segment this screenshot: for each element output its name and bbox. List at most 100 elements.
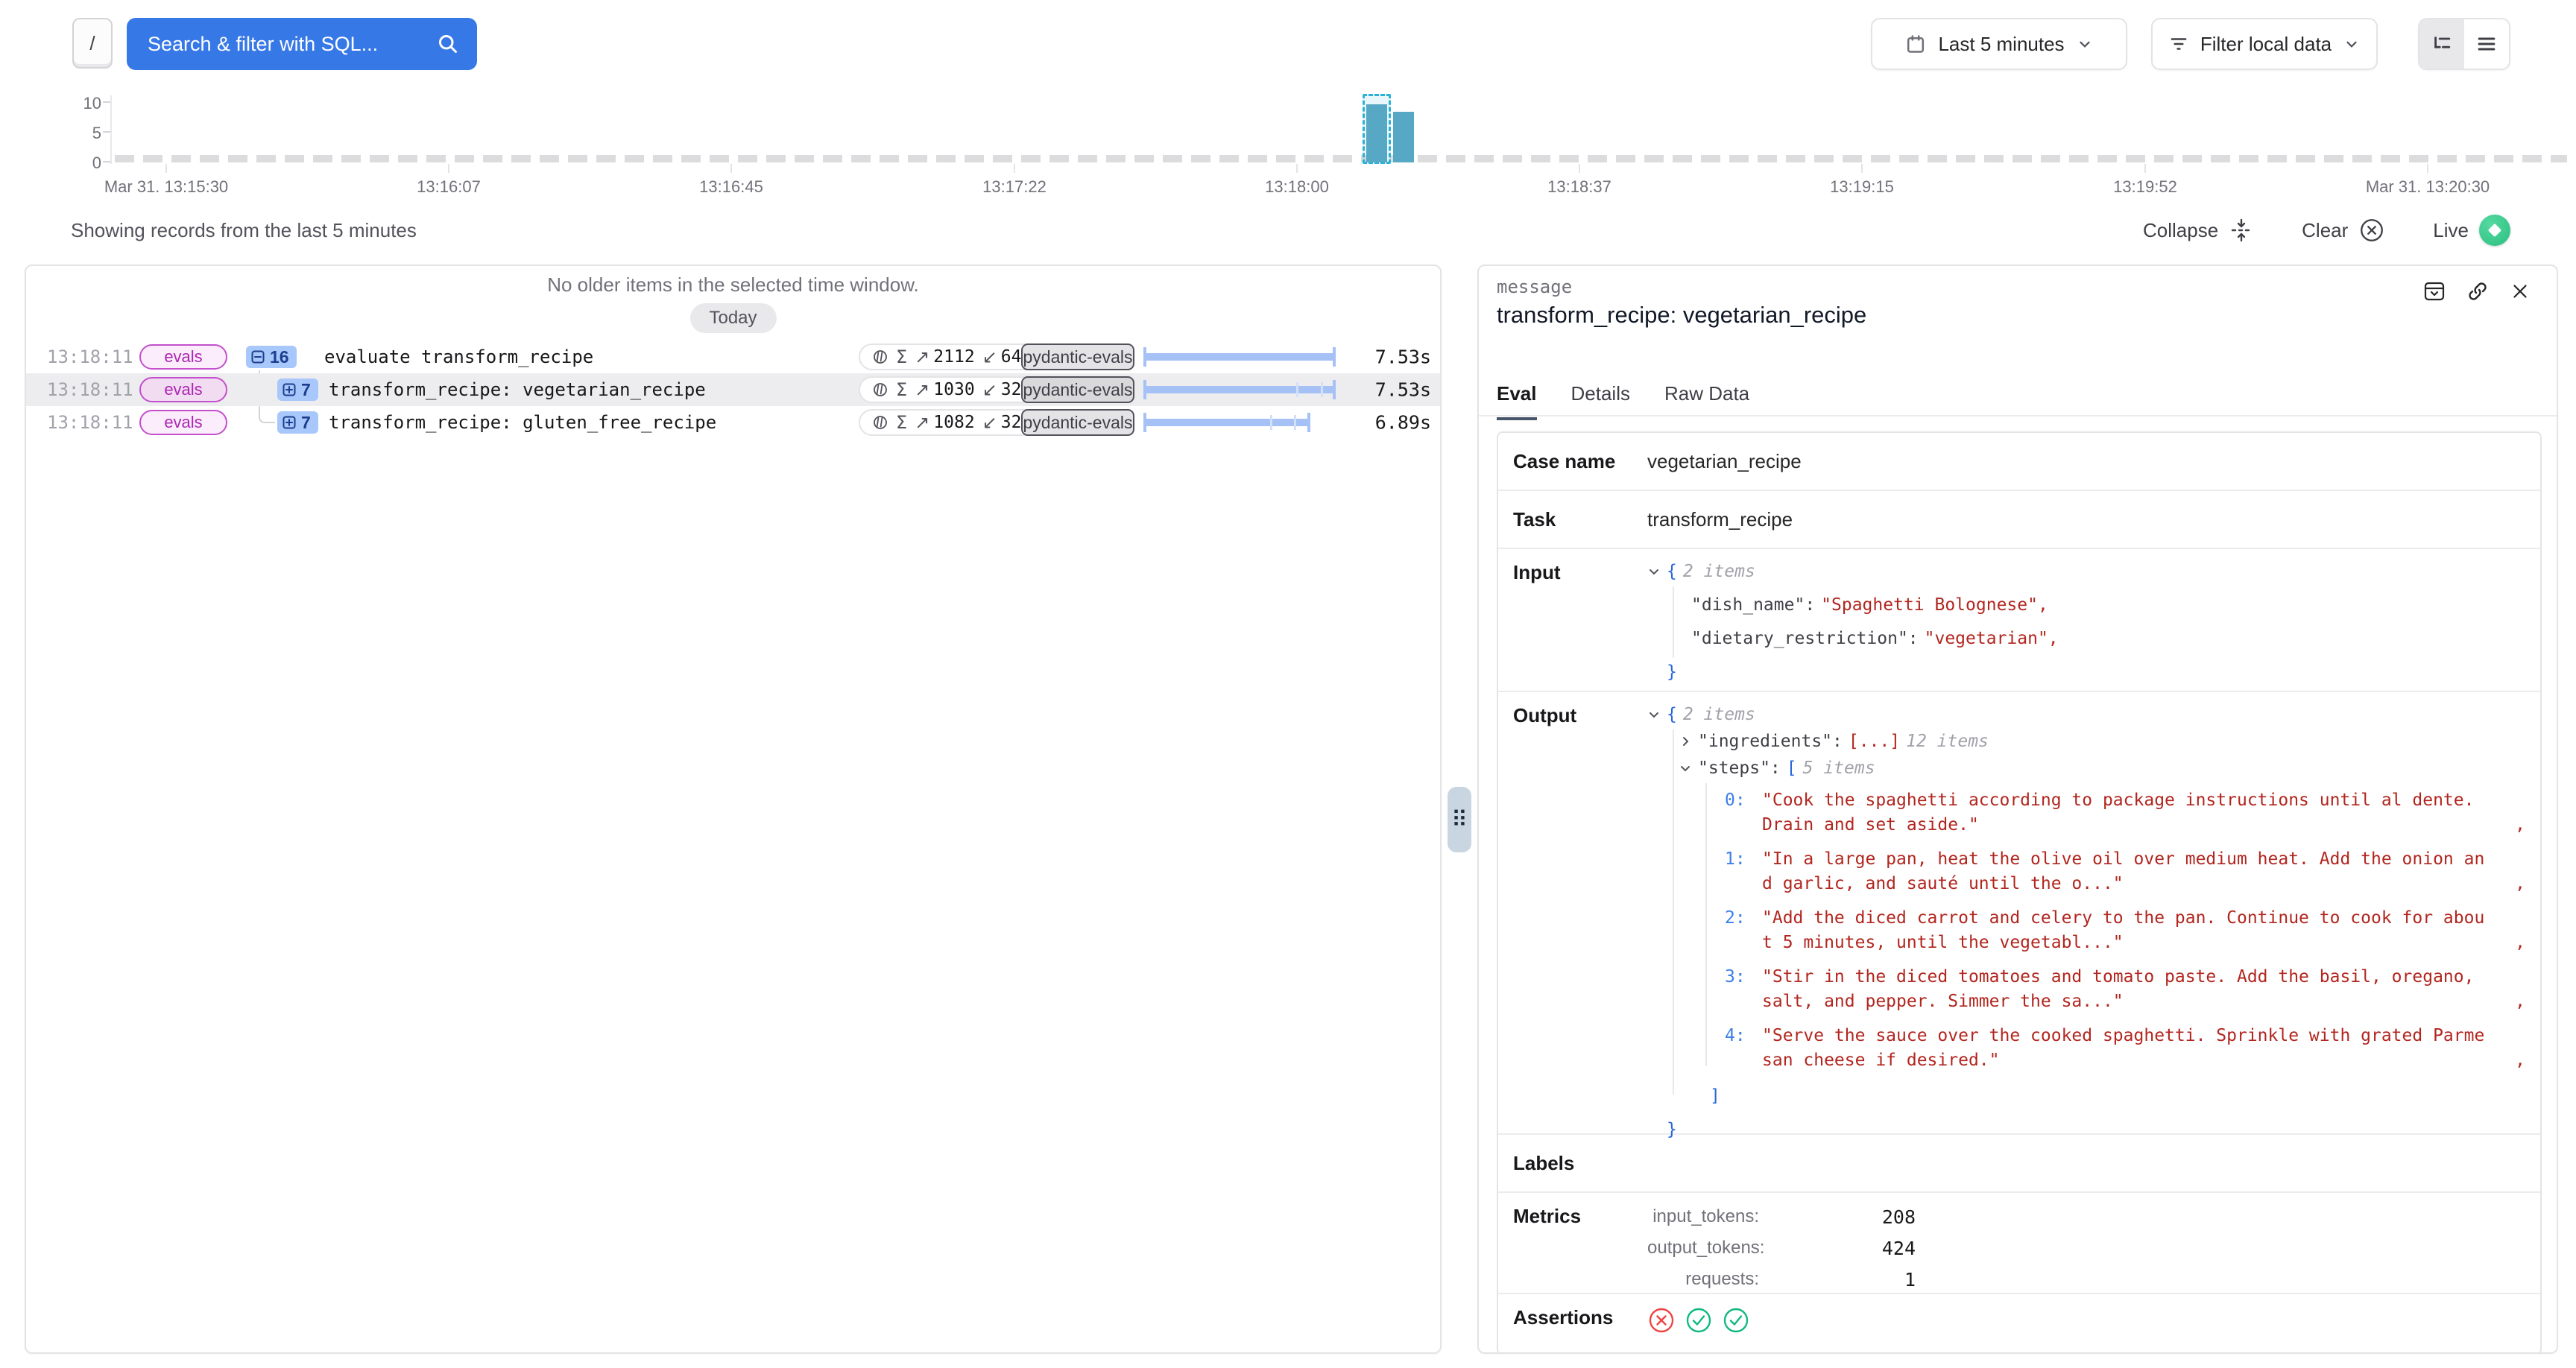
search-button-label: Search & filter with SQL...: [148, 33, 378, 56]
evals-tag[interactable]: evals: [139, 344, 227, 370]
clear-button[interactable]: Clear: [2302, 217, 2385, 244]
y-axis-tick: [103, 101, 110, 103]
chevron-right-icon[interactable]: [1679, 735, 1692, 748]
json-value: "vegetarian",: [1925, 627, 2059, 651]
output-tokens-arrow-icon: ↙: [982, 379, 997, 400]
coin-icon: [872, 414, 888, 431]
span-count: 7: [301, 380, 311, 400]
eval-detail-table: Case name vegetarian_recipe Task transfo…: [1497, 431, 2542, 1354]
x-tick-label: Mar 31. 13:15:30: [104, 177, 228, 197]
array-index: 3:: [1725, 965, 1746, 989]
token-usage-badge: Σ ↗1082 ↙325: [859, 409, 1045, 436]
scope-tag[interactable]: pydantic-evals: [1021, 409, 1134, 436]
duration-text: 7.53s: [1375, 379, 1431, 401]
clear-label: Clear: [2302, 219, 2348, 242]
assertion-pass-icon[interactable]: [1722, 1306, 1750, 1354]
output-row: Output { 2 items ": [1498, 692, 2540, 1135]
list-view-icon: [2476, 34, 2497, 54]
step-text: "Serve the sauce over the cooked spaghet…: [1762, 1024, 2487, 1073]
evals-tag[interactable]: evals: [139, 377, 227, 402]
panel-splitter[interactable]: ⠿: [1448, 787, 1471, 852]
date-separator-pill: Today: [689, 303, 776, 333]
showing-records-text: Showing records from the last 5 minutes: [71, 219, 417, 242]
tabs-divider: [1479, 415, 2557, 417]
histogram-bar[interactable]: [1393, 112, 1414, 162]
x-axis-tick: [2144, 164, 2146, 173]
live-indicator-icon: [2479, 215, 2510, 246]
chevron-down-icon[interactable]: [1647, 565, 1661, 578]
detail-panel-actions: [2422, 279, 2531, 303]
trace-row[interactable]: 13:18:11 evals 7 transform_recipe: glute…: [26, 406, 1440, 439]
metric-item: requests: 1: [1647, 1269, 2540, 1291]
calendar-icon: [1905, 34, 1926, 54]
json-key: "dietary_restriction":: [1691, 627, 1919, 651]
row-timestamp: 13:18:11: [47, 412, 133, 433]
steps-item: 3: "Stir in the diced tomatoes and tomat…: [1647, 965, 2540, 1014]
tree-view-button[interactable]: [2419, 19, 2464, 69]
chevron-down-icon[interactable]: [1647, 708, 1661, 721]
time-range-button[interactable]: Last 5 minutes: [1871, 18, 2127, 70]
search-button[interactable]: Search & filter with SQL...: [127, 18, 477, 70]
histogram-bar[interactable]: [1366, 104, 1387, 162]
output-label: Output: [1498, 692, 1647, 1143]
collapsed-array-token[interactable]: [...]: [1849, 729, 1900, 754]
x-axis-tick: [1014, 164, 1015, 173]
trace-row[interactable]: 13:18:11 evals 16 evaluate transform_rec…: [26, 341, 1440, 373]
dock-panel-icon[interactable]: [2422, 279, 2446, 303]
steps-item: 2: "Add the diced carrot and celery to t…: [1647, 906, 2540, 955]
steps-item: 1: "In a large pan, heat the olive oil o…: [1647, 847, 2540, 896]
x-axis-tick: [165, 164, 167, 173]
filter-local-label: Filter local data: [2200, 33, 2332, 56]
duration-text: 7.53s: [1375, 346, 1431, 368]
case-name-value: vegetarian_recipe: [1647, 450, 2540, 473]
span-count-badge[interactable]: 7: [277, 379, 318, 401]
metric-value: 1: [1759, 1269, 1916, 1291]
live-toggle[interactable]: Live: [2433, 215, 2510, 246]
step-text: "Add the diced carrot and celery to the …: [1762, 906, 2487, 955]
chevron-down-icon[interactable]: [1679, 761, 1692, 775]
evals-tag[interactable]: evals: [139, 410, 227, 435]
collapse-button[interactable]: Collapse: [2143, 218, 2254, 243]
record-kind-label: message: [1497, 276, 1572, 297]
metrics-values: input_tokens: 208 output_tokens: 424 req…: [1647, 1193, 2540, 1300]
y-tick-label: 10: [60, 94, 101, 113]
metric-value: 208: [1759, 1206, 1916, 1228]
x-axis-tick: [1296, 164, 1298, 173]
search-icon: [437, 33, 459, 55]
open-bracket: [: [1787, 756, 1797, 781]
scope-tag[interactable]: pydantic-evals: [1021, 376, 1134, 403]
x-tick-label: 13:16:07: [417, 177, 481, 197]
output-tokens-arrow-icon: ↙: [982, 346, 997, 367]
metric-key: output_tokens:: [1647, 1238, 1759, 1259]
sigma-icon: Σ: [896, 379, 907, 400]
step-text: "Stir in the diced tomatoes and tomato p…: [1762, 965, 2487, 1014]
trailing-comma: ,: [2515, 1048, 2525, 1073]
expand-box-icon: [282, 382, 297, 397]
span-count-badge[interactable]: 16: [246, 346, 297, 368]
coin-icon: [872, 349, 888, 365]
x-axis-tick: [1579, 164, 1580, 173]
assertion-fail-icon[interactable]: [1647, 1306, 1676, 1354]
span-name: transform_recipe: vegetarian_recipe: [329, 379, 706, 400]
link-icon[interactable]: [2466, 279, 2490, 303]
metrics-label: Metrics: [1498, 1193, 1647, 1300]
list-view-button[interactable]: [2464, 19, 2509, 69]
logfire-live-view: / Search & filter with SQL... Last 5 min…: [0, 0, 2576, 1368]
filter-icon: [2169, 34, 2188, 54]
span-count: 7: [301, 413, 311, 433]
filter-local-data-button[interactable]: Filter local data: [2151, 18, 2378, 70]
slash-shortcut-key[interactable]: /: [72, 18, 113, 69]
metric-item: input_tokens: 208: [1647, 1206, 2540, 1228]
scope-tag[interactable]: pydantic-evals: [1021, 343, 1134, 370]
metric-key: input_tokens:: [1647, 1206, 1759, 1228]
live-label: Live: [2433, 219, 2469, 242]
span-count-badge[interactable]: 7: [277, 411, 318, 434]
json-key: "ingredients":: [1698, 729, 1843, 754]
metrics-row: Metrics input_tokens: 208 output_tokens:…: [1498, 1193, 2540, 1294]
json-key: "dish_name":: [1691, 593, 1815, 618]
trace-row-selected[interactable]: 13:18:11 evals 7 transform_recipe: veget…: [26, 373, 1440, 406]
close-icon[interactable]: [2509, 280, 2531, 303]
span-detail-panel: message transform_recipe: vegetarian_rec…: [1477, 265, 2558, 1354]
assertions-label: Assertions: [1498, 1294, 1647, 1354]
assertion-pass-icon[interactable]: [1685, 1306, 1713, 1354]
